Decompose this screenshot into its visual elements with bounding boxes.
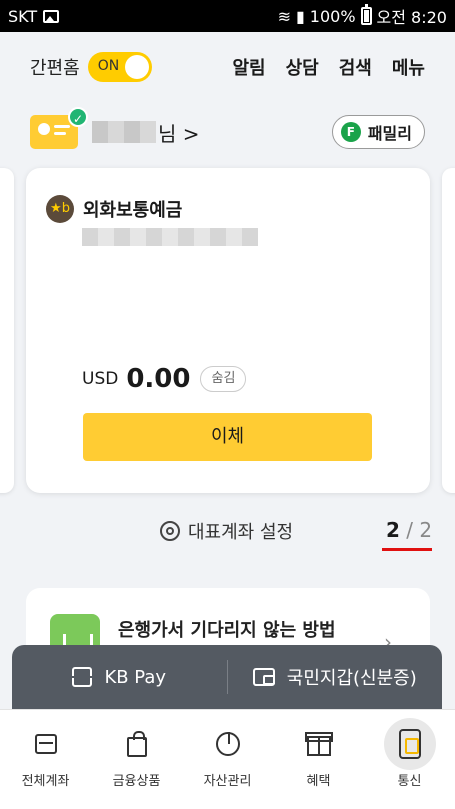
family-label: 패밀리 xyxy=(367,124,412,143)
scan-icon xyxy=(70,667,95,687)
tab-label: 전체계좌 xyxy=(21,774,70,789)
pager-current: 2 xyxy=(386,518,400,542)
gear-icon xyxy=(160,521,180,541)
transfer-button[interactable]: 이체 xyxy=(83,413,372,461)
bottom-tab-bar: 전체계좌 금융상품 자산관리 혜택 통신 xyxy=(0,709,455,809)
verified-check-icon: ✓ xyxy=(68,107,88,127)
wallet-icon xyxy=(252,668,275,686)
kb-pay-button[interactable]: KB Pay xyxy=(12,667,227,688)
currency-code: USD xyxy=(82,369,119,389)
masked-username xyxy=(92,121,156,143)
signal-icon: ▮ xyxy=(295,6,305,26)
pager-total: / 2 xyxy=(399,518,433,542)
nav-search[interactable]: 검색 xyxy=(339,54,372,80)
id-wallet-label: 국민지갑(신분증) xyxy=(286,668,417,689)
primary-account-settings[interactable]: 대표계좌 설정 xyxy=(160,518,293,544)
nav-menu[interactable]: 메뉴 xyxy=(392,54,425,80)
card-pager: 2 / 2 xyxy=(386,518,432,542)
user-row: ✓ 님 > F 패밀리 xyxy=(0,107,455,154)
battery-percent: 100% xyxy=(309,6,356,26)
top-header: 간편홈 ON 알림 상담 검색 메뉴 xyxy=(0,32,455,102)
hide-balance-button[interactable]: 숨김 xyxy=(200,366,247,392)
simple-home-toggle[interactable]: ON xyxy=(87,52,152,82)
tab-label: 금융상품 xyxy=(112,774,161,789)
shopping-bag-icon xyxy=(126,731,147,757)
id-card-icon[interactable]: ✓ xyxy=(30,107,88,149)
tab-financial-products[interactable]: 금융상품 xyxy=(91,710,182,809)
family-f-icon: F xyxy=(340,122,361,142)
header-nav: 알림 상담 검색 메뉴 xyxy=(233,54,426,80)
tab-telecom[interactable]: 통신 xyxy=(364,710,455,809)
toggle-knob xyxy=(124,55,149,79)
next-account-card[interactable] xyxy=(442,168,455,493)
tab-all-accounts[interactable]: 전체계좌 xyxy=(0,710,91,809)
id-face-icon xyxy=(38,123,50,135)
tab-asset-management[interactable]: 자산관리 xyxy=(182,710,273,809)
battery-icon xyxy=(360,4,372,25)
settings-label: 대표계좌 설정 xyxy=(188,522,294,543)
promo-text: 은행가서 기다리지 않는 방법 xyxy=(118,620,336,641)
tab-label: 자산관리 xyxy=(203,774,252,789)
pie-chart-icon xyxy=(215,732,240,756)
account-name: 외화보통예금 xyxy=(83,200,183,221)
tab-label: 통신 xyxy=(397,774,422,789)
tab-label: 혜택 xyxy=(306,774,331,789)
gallery-notification-icon xyxy=(43,9,60,23)
username-link[interactable]: 님 > xyxy=(158,118,200,147)
phone-icon xyxy=(398,729,421,759)
nav-consult[interactable]: 상담 xyxy=(286,54,319,80)
prev-account-card[interactable] xyxy=(0,168,14,493)
kb-logo-icon: ★b xyxy=(46,195,74,223)
masked-account-number xyxy=(82,228,258,246)
id-wallet-button[interactable]: 국민지갑(신분증) xyxy=(228,664,443,690)
gift-icon xyxy=(304,732,333,756)
nav-notifications[interactable]: 알림 xyxy=(233,54,266,80)
status-bar: SKT ≋ ▮ 100% 오전 8:20 xyxy=(0,0,455,32)
simple-home-label: 간편홈 xyxy=(30,58,80,79)
account-icon xyxy=(34,734,57,754)
wifi-icon: ≋ xyxy=(277,6,291,26)
pager-underline xyxy=(382,548,432,551)
carrier-label: SKT xyxy=(8,6,38,26)
family-button[interactable]: F 패밀리 xyxy=(331,115,425,149)
pay-bar: KB Pay 국민지갑(신분증) xyxy=(12,645,442,709)
account-card[interactable]: ★b 외화보통예금 USD 0.00 숨김 이체 xyxy=(26,168,430,493)
balance-row: USD 0.00 숨김 xyxy=(82,364,247,394)
tab-benefits[interactable]: 혜택 xyxy=(273,710,364,809)
kb-pay-label: KB Pay xyxy=(104,666,167,688)
clock: 오전 8:20 xyxy=(376,8,447,27)
balance-amount: 0.00 xyxy=(126,364,191,394)
toggle-state-label: ON xyxy=(97,58,120,74)
